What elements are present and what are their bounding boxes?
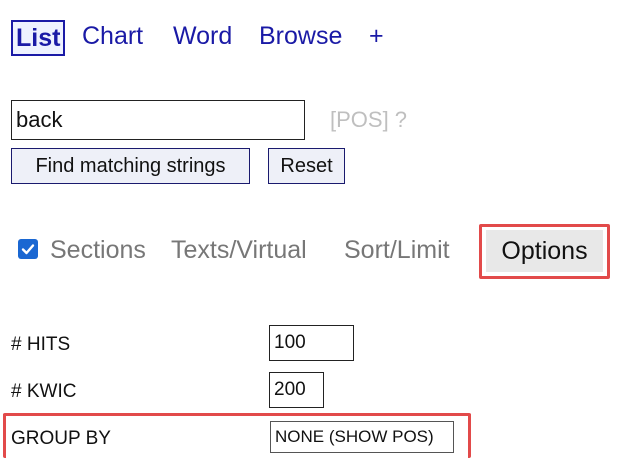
hits-label: # HITS xyxy=(11,334,71,355)
nav-word[interactable]: Word xyxy=(173,20,232,56)
nav-add[interactable]: + xyxy=(369,20,384,56)
page: List Chart Word Browse + back [POS] ? Fi… xyxy=(0,0,617,458)
nav-chart[interactable]: Chart xyxy=(82,20,143,56)
options-highlight xyxy=(479,224,610,279)
tab-sort-limit[interactable]: Sort/Limit xyxy=(344,234,450,266)
group-by-highlight xyxy=(3,413,471,458)
pos-help-link[interactable]: [POS] ? xyxy=(330,104,407,136)
tab-texts-virtual[interactable]: Texts/Virtual xyxy=(171,234,307,266)
kwic-label: # KWIC xyxy=(11,381,77,402)
hits-input[interactable]: 100 xyxy=(269,325,354,361)
kwic-input[interactable]: 200 xyxy=(269,372,324,408)
nav-list[interactable]: List xyxy=(11,20,66,56)
sections-checkbox[interactable] xyxy=(18,239,38,259)
reset-button[interactable]: Reset xyxy=(268,148,345,184)
checkmark-icon xyxy=(21,244,35,255)
nav-browse[interactable]: Browse xyxy=(259,20,342,56)
find-matching-strings-button[interactable]: Find matching strings xyxy=(11,148,250,184)
search-input[interactable]: back xyxy=(11,100,305,140)
tab-sections[interactable]: Sections xyxy=(50,234,146,266)
